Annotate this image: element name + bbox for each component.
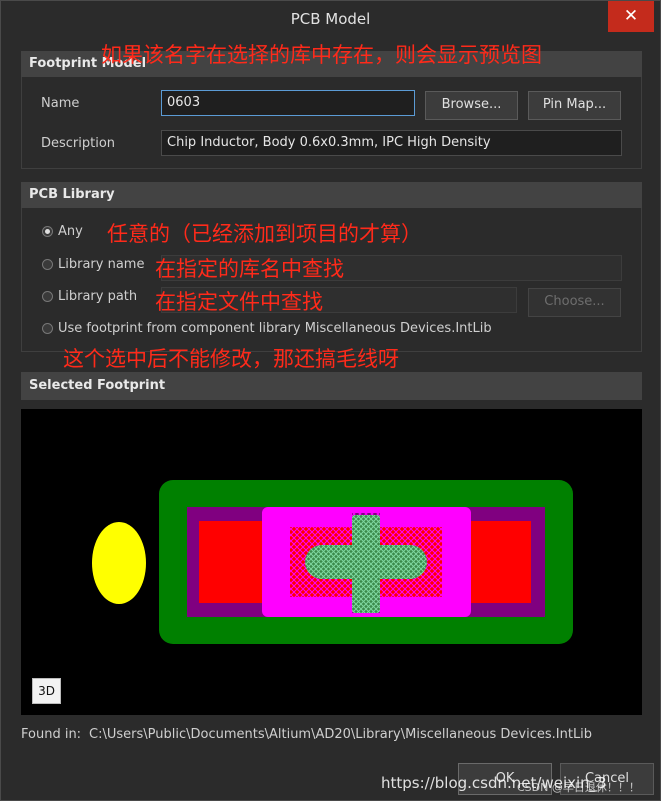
footprint-preview[interactable]: 3D <box>21 409 642 715</box>
cross-vertical <box>352 515 380 613</box>
choose-button[interactable]: Choose... <box>528 288 621 317</box>
radio-any[interactable] <box>42 226 53 237</box>
pcb-library-header: PCB Library <box>21 182 642 208</box>
name-input[interactable]: 0603 <box>161 90 415 116</box>
description-field[interactable]: Chip Inductor, Body 0.6x0.3mm, IPC High … <box>161 130 622 156</box>
annotation-library-path-note: 在指定文件中查找 <box>155 290 323 314</box>
close-icon: ✕ <box>623 6 639 26</box>
found-in-label: Found in: <box>21 727 82 742</box>
pad-right <box>461 521 531 603</box>
radio-use-component-library-label: Use footprint from component library Mis… <box>58 321 492 336</box>
annotation-preview-note: 如果该名字在选择的库中存在，则会显示预览图 <box>101 43 542 67</box>
pad-left <box>199 521 269 603</box>
pcb-model-dialog: PCB Model ✕ Footprint Model Name 0603 Br… <box>0 0 661 801</box>
selected-footprint-header: Selected Footprint <box>21 372 642 400</box>
found-in-path: C:\Users\Public\Documents\Altium\AD20\Li… <box>89 727 593 742</box>
radio-any-label: Any <box>58 224 83 239</box>
description-label: Description <box>41 136 116 151</box>
radio-library-path-label: Library path <box>58 289 138 304</box>
3d-view-button[interactable]: 3D <box>32 678 61 704</box>
annotation-library-name-note: 在指定的库名中查找 <box>155 257 344 281</box>
name-label: Name <box>41 96 80 111</box>
annotation-component-library-note: 这个选中后不能修改，那还搞毛线呀 <box>63 347 399 371</box>
pin1-marker <box>92 522 146 604</box>
radio-library-name-label: Library name <box>58 257 145 272</box>
title-bar: PCB Model ✕ <box>1 1 660 37</box>
annotation-any-note: 任意的（已经添加到项目的才算） <box>107 222 422 246</box>
close-button[interactable]: ✕ <box>608 1 654 32</box>
dialog-title: PCB Model <box>290 10 371 28</box>
browse-button[interactable]: Browse... <box>425 91 518 120</box>
radio-use-component-library[interactable] <box>42 323 53 334</box>
pin-map-button[interactable]: Pin Map... <box>528 91 621 120</box>
footprint-graphic <box>92 480 573 644</box>
radio-library-path[interactable] <box>42 291 53 302</box>
radio-library-name[interactable] <box>42 259 53 270</box>
watermark-author: CSDN @早日退休！！！ <box>517 781 640 794</box>
